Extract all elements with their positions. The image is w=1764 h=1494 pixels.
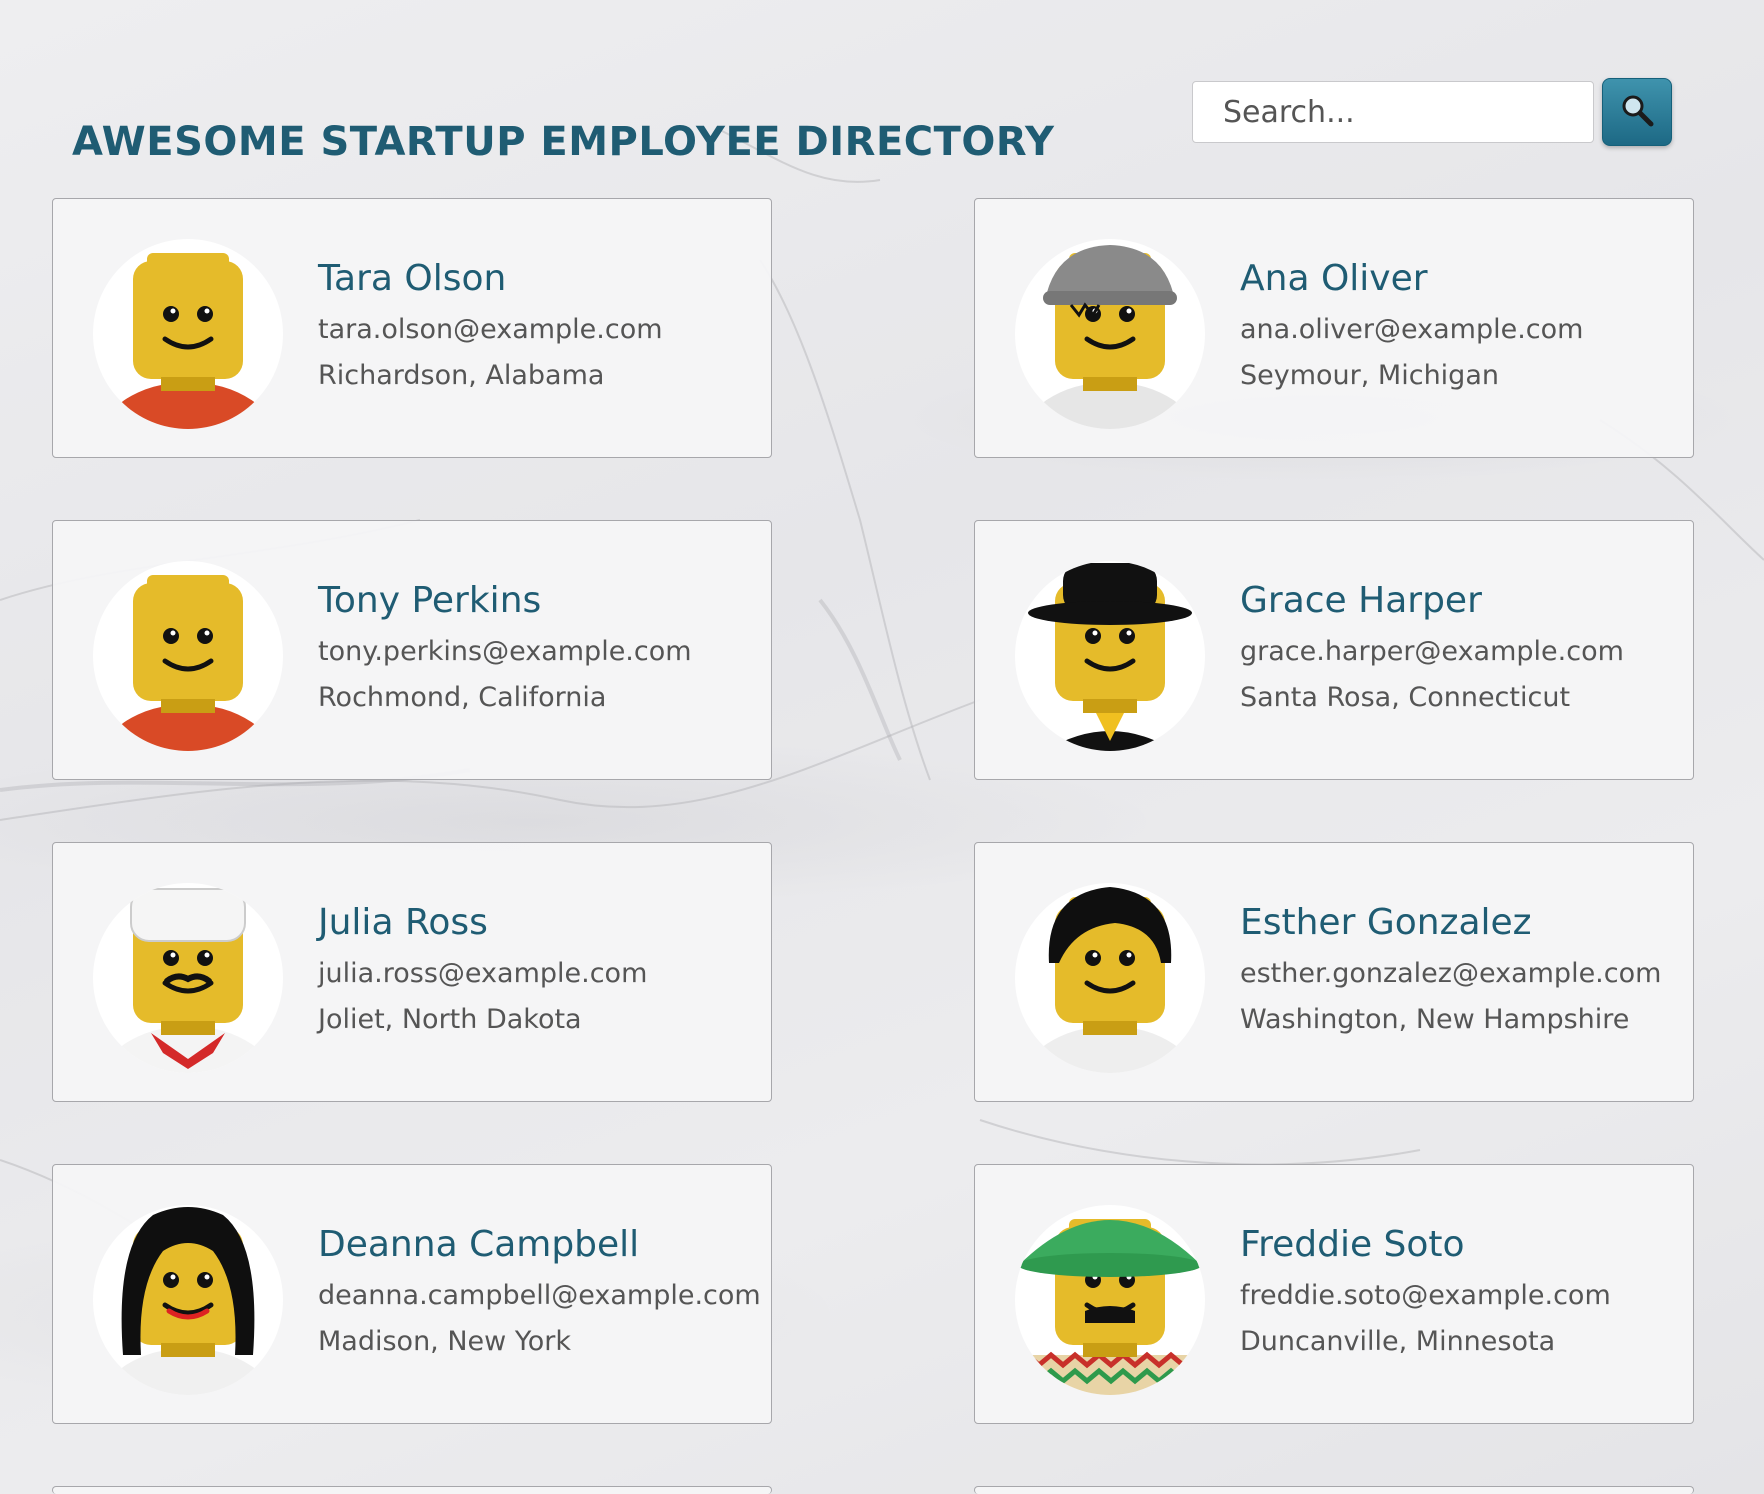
employee-card[interactable]: Esther Gonzalez esther.gonzalez@example.c… — [974, 842, 1694, 1102]
employee-name: Esther Gonzalez — [1240, 902, 1532, 943]
employee-card[interactable]: Ana Oliver ana.oliver@example.com Seymour,… — [974, 198, 1694, 458]
employee-card[interactable]: Deanna Campbell deanna.campbell@example.c… — [52, 1164, 772, 1424]
employee-info: Deanna Campbell deanna.campbell@example.c… — [318, 1223, 761, 1359]
employee-info: Freddie Soto freddie.soto@example.com Dunc… — [1240, 1223, 1611, 1359]
avatar — [1015, 1205, 1205, 1395]
employee-location: Duncanville, Minnesota — [1240, 1326, 1556, 1357]
avatar — [93, 239, 283, 429]
employee-card[interactable]: Grace Harper grace.harper@example.com Sant… — [974, 520, 1694, 780]
avatar — [93, 883, 283, 1073]
employee-email: grace.harper@example.com — [1240, 636, 1624, 667]
employee-info: Esther Gonzalez esther.gonzalez@example.c… — [1240, 901, 1661, 1037]
employee-email: tony.perkins@example.com — [318, 636, 692, 667]
employee-name: Tony Perkins — [318, 580, 542, 621]
employee-info: Julia Ross julia.ross@example.com Joliet, … — [318, 901, 647, 1037]
employee-name: Deanna Campbell — [318, 1224, 640, 1265]
employee-card[interactable] — [52, 1486, 772, 1494]
employee-email: freddie.soto@example.com — [1240, 1280, 1611, 1311]
employee-location: Rochmond, California — [318, 682, 607, 713]
employee-name: Grace Harper — [1240, 580, 1482, 621]
avatar — [93, 561, 283, 751]
employee-email: ana.oliver@example.com — [1240, 314, 1584, 345]
employee-card[interactable]: Tony Perkins tony.perkins@example.com Roch… — [52, 520, 772, 780]
employee-info: Ana Oliver ana.oliver@example.com Seymour,… — [1240, 257, 1583, 393]
employee-info: Tara Olson tara.olson@example.com Richards… — [318, 257, 663, 393]
employee-location: Seymour, Michigan — [1240, 360, 1499, 391]
employee-location: Richardson, Alabama — [318, 360, 605, 391]
employee-name: Tara Olson — [318, 258, 507, 299]
employee-location: Washington, New Hampshire — [1240, 1004, 1630, 1035]
employee-card[interactable]: Tara Olson tara.olson@example.com Richards… — [52, 198, 772, 458]
employee-info: Grace Harper grace.harper@example.com Sant… — [1240, 579, 1624, 715]
employee-location: Madison, New York — [318, 1326, 571, 1357]
employee-card[interactable]: Julia Ross julia.ross@example.com Joliet, … — [52, 842, 772, 1102]
employee-card[interactable]: Freddie Soto freddie.soto@example.com Dunc… — [974, 1164, 1694, 1424]
employee-name: Ana Oliver — [1240, 258, 1428, 299]
employee-email: esther.gonzalez@example.com — [1240, 958, 1662, 989]
avatar — [93, 1205, 283, 1395]
avatar — [1015, 883, 1205, 1073]
employee-email: julia.ross@example.com — [318, 958, 648, 989]
employee-card[interactable] — [974, 1486, 1694, 1494]
employee-name: Julia Ross — [318, 902, 488, 943]
search-input[interactable] — [1192, 81, 1594, 143]
search-bar — [1192, 78, 1672, 146]
employee-email: tara.olson@example.com — [318, 314, 663, 345]
employee-info: Tony Perkins tony.perkins@example.com Roch… — [318, 579, 692, 715]
page-title: AWESOME STARTUP EMPLOYEE DIRECTORY — [72, 118, 1055, 165]
avatar — [1015, 561, 1205, 751]
employee-email: deanna.campbell@example.com — [318, 1280, 761, 1311]
avatar — [1015, 239, 1205, 429]
employee-location: Santa Rosa, Connecticut — [1240, 682, 1571, 713]
employee-location: Joliet, North Dakota — [318, 1004, 582, 1035]
search-icon — [1619, 92, 1655, 132]
search-button[interactable] — [1602, 78, 1672, 146]
employee-name: Freddie Soto — [1240, 1224, 1465, 1265]
